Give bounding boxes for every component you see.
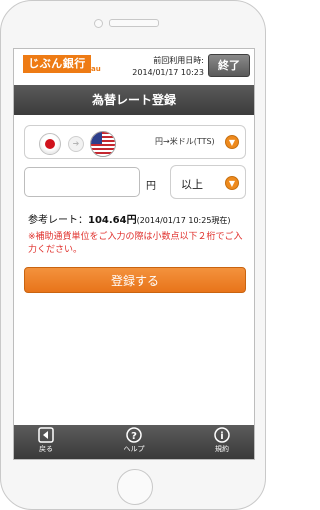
help-icon: ? xyxy=(126,427,142,443)
chevron-down-icon[interactable]: ▼ xyxy=(225,176,239,190)
register-button[interactable]: 登録する xyxy=(24,267,246,293)
reference-rate: 参考レート：104.64円(2014/01/17 10:25現在) xyxy=(28,211,231,226)
amount-unit: 円 xyxy=(146,181,156,192)
rate-label: 参考レート： xyxy=(28,215,88,226)
bank-logo: じぶん銀行 au xyxy=(23,55,101,79)
back-icon xyxy=(38,427,54,443)
app-screen: じぶん銀行 au 前回利用日時: 2014/01/17 10:23 終了 為替レ… xyxy=(13,48,255,460)
arrow-right-icon: ➔ xyxy=(68,136,84,152)
speaker-grille xyxy=(109,19,159,27)
logo-sub: au xyxy=(91,65,101,73)
rate-timestamp: (2014/01/17 10:25現在) xyxy=(136,216,231,225)
svg-text:i: i xyxy=(220,431,223,442)
terms-button[interactable]: i 規約 xyxy=(202,427,242,454)
phone-frame: じぶん銀行 au 前回利用日時: 2014/01/17 10:23 終了 為替レ… xyxy=(0,0,266,510)
info-icon: i xyxy=(214,427,230,443)
svg-text:?: ? xyxy=(131,431,137,442)
last-use-info: 前回利用日時: 2014/01/17 10:23 xyxy=(132,55,204,79)
currency-pair-select[interactable]: ➔ 円→米ドル(TTS) ▼ xyxy=(24,125,246,159)
last-use-label: 前回利用日時: xyxy=(153,56,204,65)
condition-select[interactable]: 以上 ▼ xyxy=(170,165,246,199)
home-button[interactable] xyxy=(117,469,153,505)
terms-label: 規約 xyxy=(215,445,229,453)
japan-flag-icon xyxy=(39,133,61,155)
page-title: 為替レート登録 xyxy=(14,85,254,115)
last-use-time: 2014/01/17 10:23 xyxy=(132,68,204,77)
help-label: ヘルプ xyxy=(123,445,145,453)
condition-value: 以上 xyxy=(181,178,203,191)
logout-button[interactable]: 終了 xyxy=(208,54,250,77)
usa-flag-icon xyxy=(90,131,116,157)
rate-value: 104.64円 xyxy=(88,215,137,226)
currency-pair-label: 円→米ドル(TTS) xyxy=(155,137,215,146)
help-button[interactable]: ? ヘルプ xyxy=(114,427,154,454)
bottom-toolbar: 戻る ? ヘルプ i 規約 xyxy=(14,425,254,459)
back-button[interactable]: 戻る xyxy=(26,427,66,454)
back-label: 戻る xyxy=(39,445,53,453)
camera-icon xyxy=(94,19,103,28)
input-note: ※補助通貨単位をご入力の際は小数点以下２桁でご入力ください。 xyxy=(28,232,243,255)
app-header: じぶん銀行 au 前回利用日時: 2014/01/17 10:23 終了 xyxy=(14,49,254,85)
amount-input[interactable] xyxy=(24,167,140,197)
chevron-down-icon[interactable]: ▼ xyxy=(225,135,239,149)
logo-text: じぶん銀行 xyxy=(23,55,91,73)
